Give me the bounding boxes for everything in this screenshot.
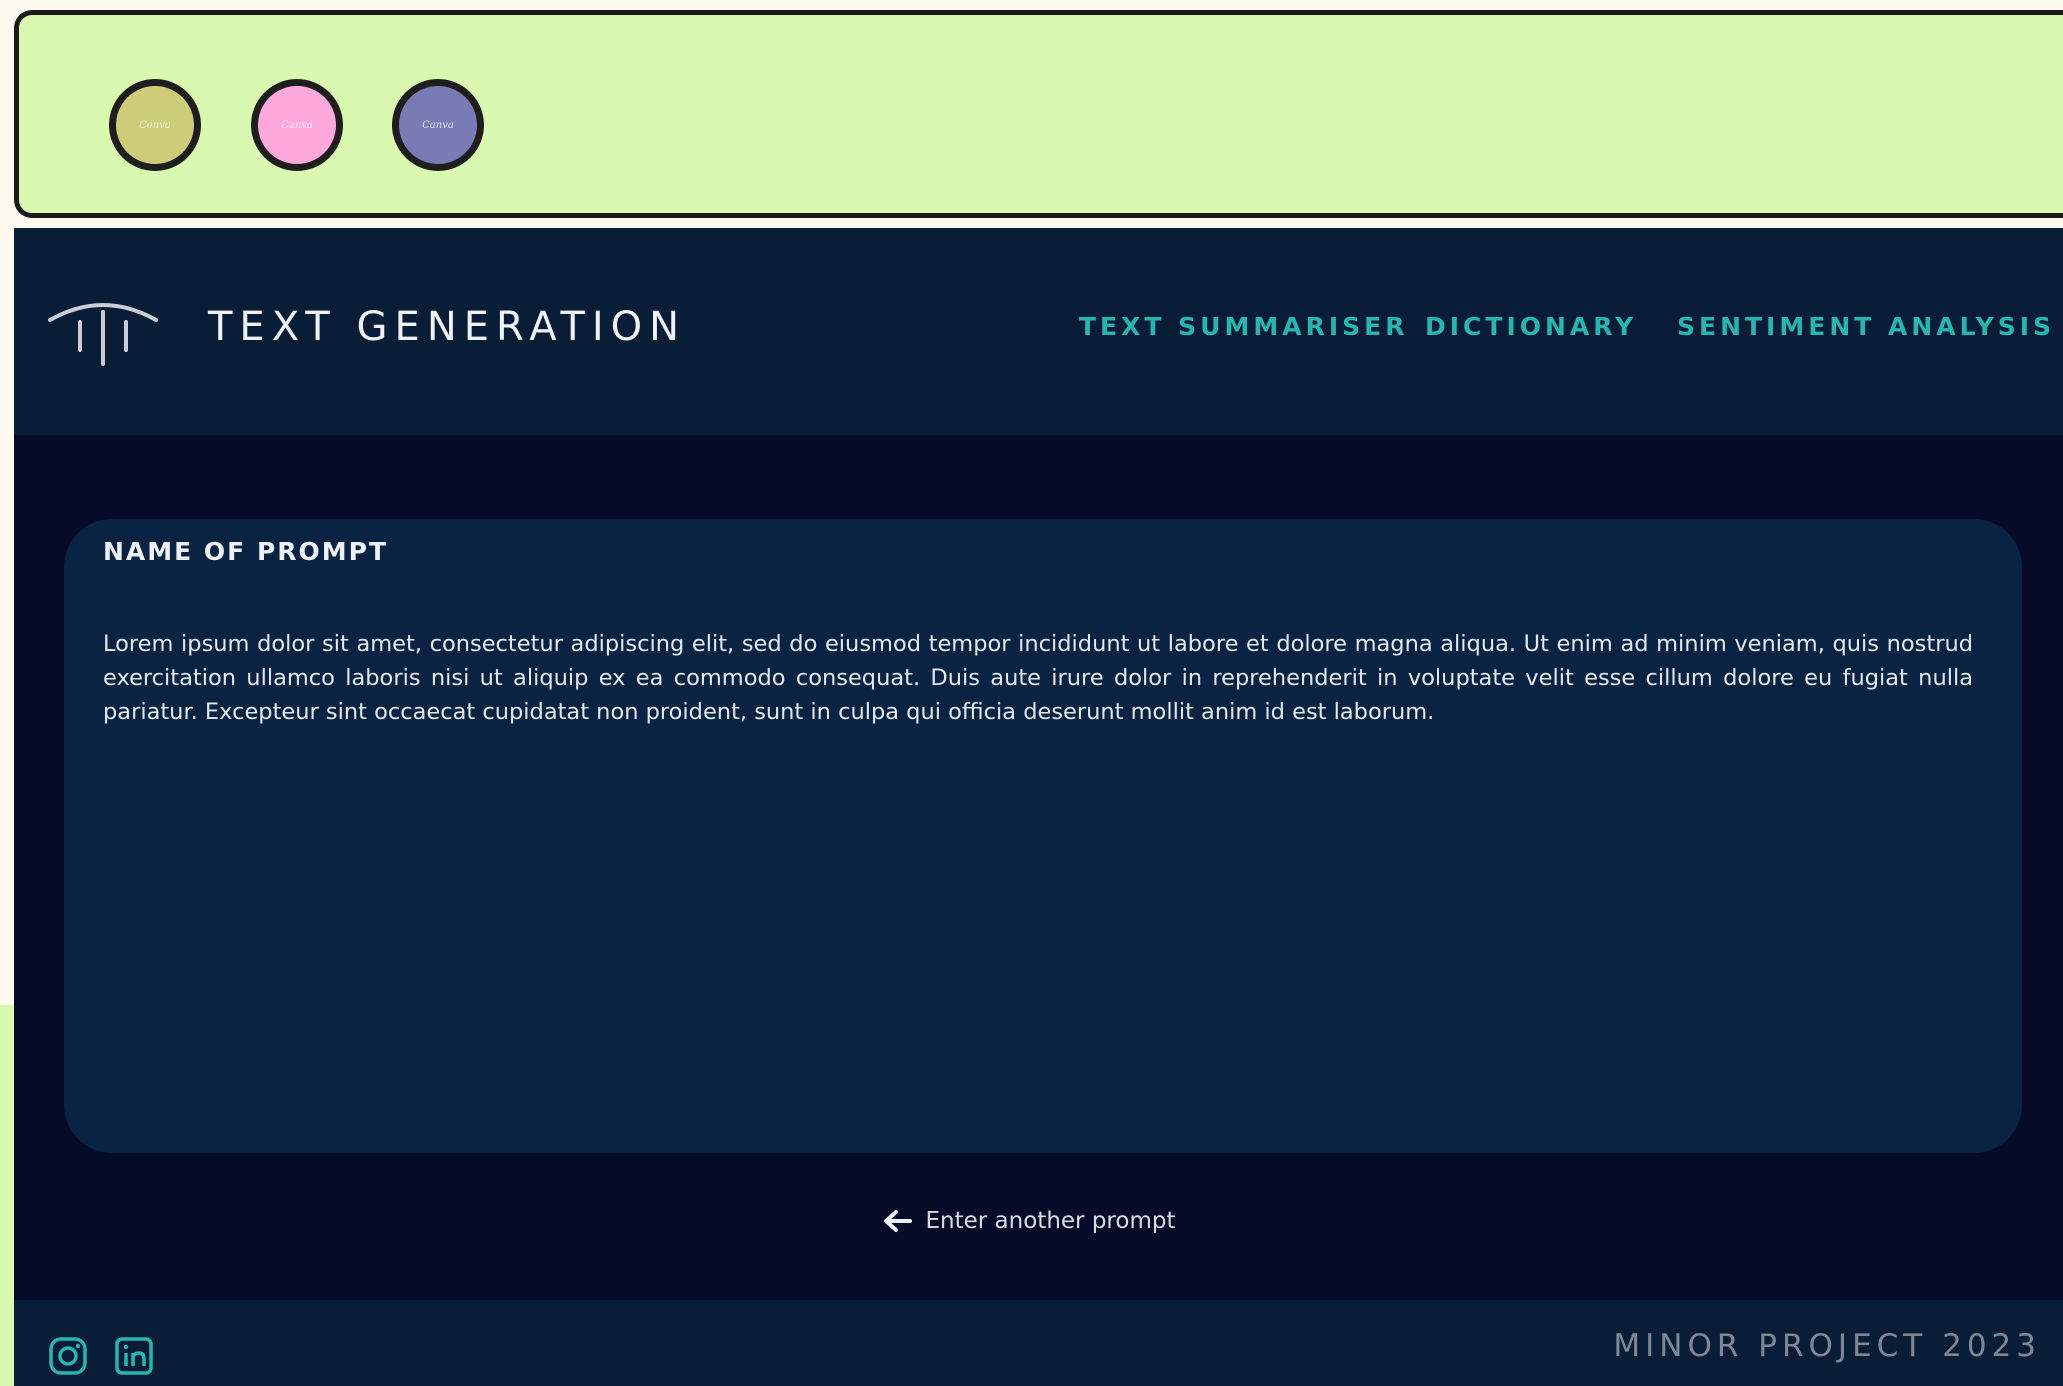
pillar-logo-icon [48,303,158,366]
instagram-icon[interactable] [48,1336,88,1376]
window-dot-purple[interactable]: Canva [392,79,484,171]
nav-text-summariser[interactable]: TEXT SUMMARISER [1079,312,1408,341]
footer-project-label: MINOR PROJECT 2023 [1613,1328,2041,1364]
window-dot-pink[interactable]: Canva [251,79,343,171]
footer: MINOR PROJECT 2023 [14,1300,2063,1386]
back-label: Enter another prompt [925,1208,1176,1234]
app-page: TEXT GENERATION TEXT SUMMARISER DICTIONA… [14,228,2063,1386]
dot-label: Canva [422,119,454,131]
enter-another-prompt-button[interactable]: Enter another prompt [14,1208,2063,1234]
linkedin-icon[interactable] [114,1336,154,1376]
top-navbar: TEXT GENERATION TEXT SUMMARISER DICTIONA… [14,228,2063,435]
dot-label: Canva [139,119,171,131]
window-title-bar: Canva Canva Canva [14,10,2063,218]
prompt-result-card: NAME OF PROMPT Lorem ipsum dolor sit ame… [64,519,2022,1153]
side-accent-strip [0,1005,14,1386]
brand-title: TEXT GENERATION [208,304,687,350]
arrow-left-icon [883,1210,912,1232]
nav-sentiment-analysis[interactable]: SENTIMENT ANALYSIS [1677,312,2055,341]
nav-dictionary[interactable]: DICTIONARY [1425,312,1637,341]
window-dot-olive[interactable]: Canva [109,79,201,171]
generated-text: Lorem ipsum dolor sit amet, consectetur … [103,631,1973,725]
dot-label: Canva [281,119,313,131]
prompt-title: NAME OF PROMPT [103,537,389,566]
